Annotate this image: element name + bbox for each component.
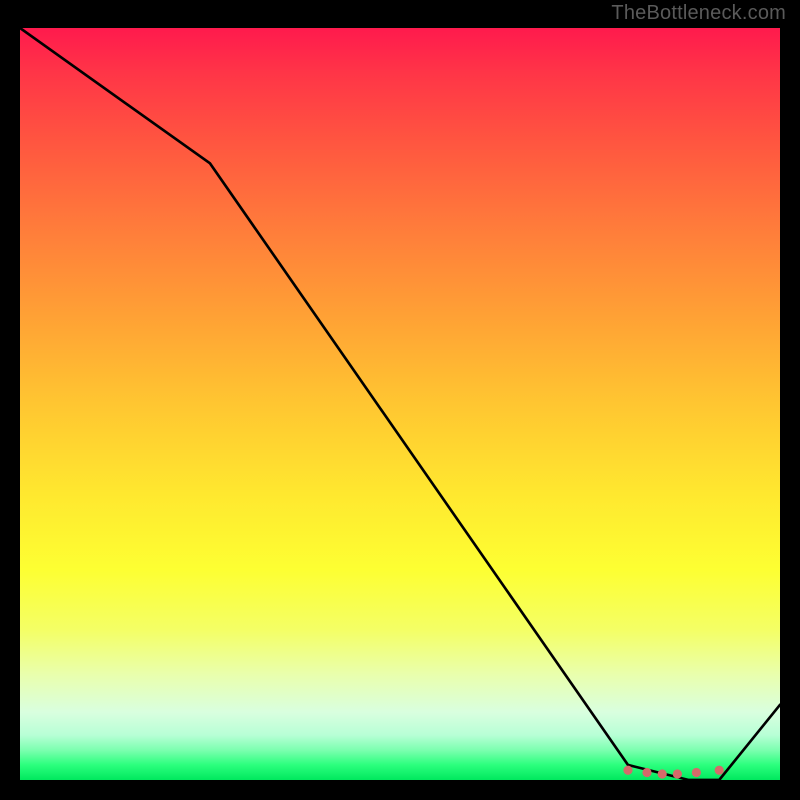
series-line (20, 28, 780, 780)
marker-point (692, 768, 701, 777)
chart-frame: TheBottleneck.com (0, 0, 800, 800)
marker-point (715, 766, 724, 775)
attribution-text: TheBottleneck.com (611, 2, 786, 25)
marker-point (658, 769, 667, 778)
plot-area (20, 28, 780, 780)
marker-point (673, 769, 682, 778)
marker-point (642, 768, 651, 777)
chart-svg (20, 28, 780, 780)
marker-point (623, 766, 632, 775)
